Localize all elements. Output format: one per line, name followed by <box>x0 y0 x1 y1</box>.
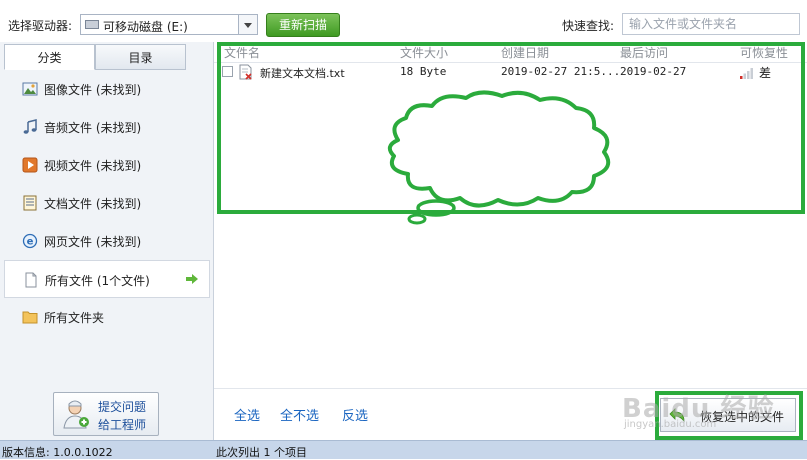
chevron-down-icon[interactable] <box>238 15 257 34</box>
search-input[interactable] <box>622 13 800 35</box>
submit-issue-line2: 给工程师 <box>98 418 147 432</box>
tab-category[interactable]: 分类 <box>4 44 95 70</box>
blank-file-icon <box>25 272 37 288</box>
sidebar-item-label: 视频文件 (未找到) <box>44 159 142 173</box>
search-label: 快速查找: <box>562 19 615 33</box>
folder-icon <box>22 311 38 324</box>
submit-issue-line1: 提交问题 <box>98 400 147 414</box>
drive-select[interactable]: 可移动磁盘 (E:) <box>80 14 258 35</box>
watermark-url: jingyan.baidu.com <box>624 419 717 430</box>
sidebar-item-audio[interactable]: 音频文件 (未找到) <box>4 108 210 146</box>
sidebar-item-all-folders[interactable]: 所有文件夹 <box>4 298 210 336</box>
sidebar-tabs: 分类 目录 <box>4 44 186 70</box>
thought-bubble-drawing <box>387 90 611 225</box>
rescan-button[interactable]: 重新扫描 <box>266 13 340 37</box>
engineer-icon <box>63 400 89 429</box>
arrow-right-icon <box>186 274 198 284</box>
drive-select-value: 可移动磁盘 (E:) <box>103 20 188 34</box>
submit-issue-button[interactable]: 提交问题 给工程师 <box>53 392 159 436</box>
category-list: 图像文件 (未找到) 音频文件 (未找到) 视频文件 (未找到) 文档文件 (未… <box>4 70 210 336</box>
sidebar-item-video[interactable]: 视频文件 (未找到) <box>4 146 210 184</box>
tab-directory[interactable]: 目录 <box>95 44 186 70</box>
select-all-link[interactable]: 全选 <box>234 405 260 424</box>
watermark: Baidu 经验 jingyan.baidu.com <box>614 388 804 432</box>
removable-drive-icon <box>85 20 99 29</box>
sidebar-item-label: 文档文件 (未找到) <box>44 197 142 211</box>
sidebar-item-label: 网页文件 (未找到) <box>44 235 142 249</box>
sidebar-item-label: 所有文件 (1个文件) <box>45 274 150 288</box>
sidebar-item-label: 音频文件 (未找到) <box>44 121 142 135</box>
sidebar-item-documents[interactable]: 文档文件 (未找到) <box>4 184 210 222</box>
invert-selection-link[interactable]: 反选 <box>342 405 368 424</box>
sidebar-item-label: 所有文件夹 <box>44 311 105 325</box>
select-none-link[interactable]: 全不选 <box>280 405 319 424</box>
sidebar: 分类 目录 图像文件 (未找到) 音频文件 (未找到) 视频文件 (未找到) 文… <box>0 42 214 440</box>
svg-text:e: e <box>27 237 34 248</box>
document-file-icon <box>23 195 37 211</box>
sidebar-item-all-files[interactable]: 所有文件 (1个文件) <box>4 260 210 298</box>
video-file-icon <box>22 157 38 173</box>
music-note-icon <box>23 119 37 134</box>
drive-label: 选择驱动器: <box>8 19 73 33</box>
image-file-icon <box>22 82 38 96</box>
sidebar-item-images[interactable]: 图像文件 (未找到) <box>4 70 210 108</box>
sidebar-item-label: 图像文件 (未找到) <box>44 83 142 97</box>
sidebar-item-web[interactable]: e 网页文件 (未找到) <box>4 222 210 260</box>
web-file-icon: e <box>22 233 38 249</box>
status-bar: 版本信息: 1.0.0.1022 此次列出 1 个项目 <box>0 440 807 459</box>
